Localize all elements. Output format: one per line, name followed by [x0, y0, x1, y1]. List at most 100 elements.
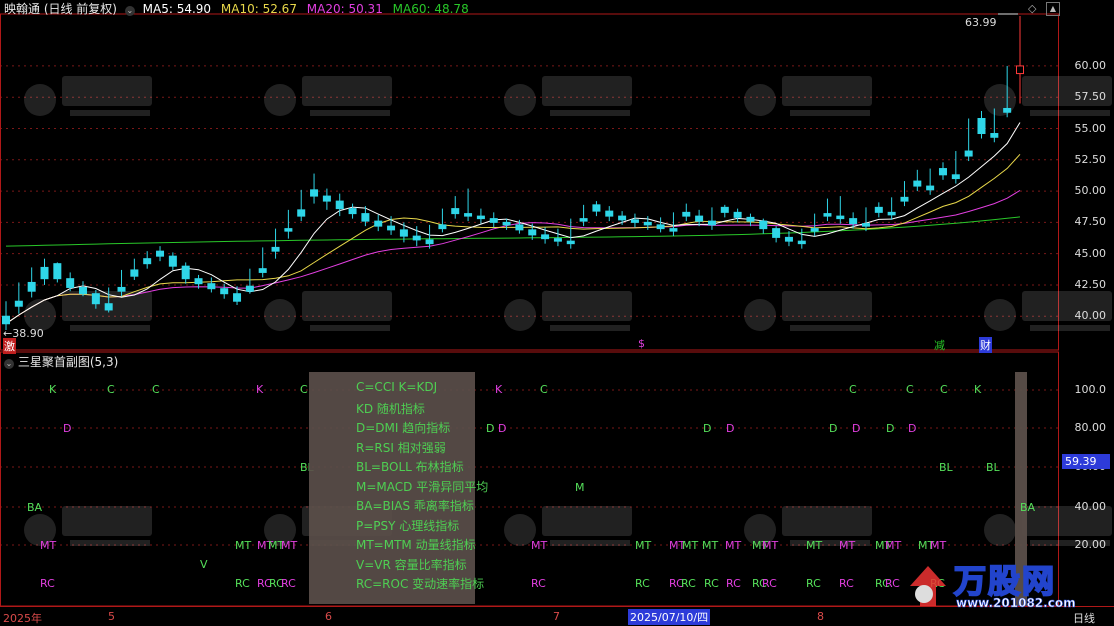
- indicator-tick-label: 100.0: [1074, 383, 1107, 396]
- candlestick: [207, 277, 216, 293]
- signal-label: K: [495, 383, 503, 396]
- scrollbar-up-button[interactable]: ▲: [1046, 2, 1060, 16]
- watermark-pattern: [264, 291, 392, 331]
- candlestick: [720, 204, 729, 218]
- signal-label: MT: [235, 539, 252, 552]
- signal-label: BL: [986, 461, 1000, 474]
- candlestick: [682, 203, 691, 222]
- candlestick: [759, 218, 768, 234]
- event-marker[interactable]: 财: [979, 337, 992, 353]
- signal-label: C: [107, 383, 115, 396]
- price-tick-label: 47.50: [1074, 215, 1107, 229]
- legend-line: C=CCI K=KDJ: [356, 380, 438, 394]
- candlestick: [695, 209, 704, 227]
- candlestick: [233, 286, 242, 305]
- signal-label: MT: [885, 539, 902, 552]
- candlestick: [566, 218, 575, 249]
- signal-label: C: [540, 383, 548, 396]
- watermark-pattern: [744, 291, 872, 331]
- signal-label: MT: [281, 539, 298, 552]
- event-marker[interactable]: $: [638, 337, 645, 350]
- candlestick: [181, 262, 190, 284]
- date-label: 5: [108, 610, 115, 623]
- candlestick: [297, 189, 306, 222]
- signal-label: RC: [531, 577, 546, 590]
- signal-label: MT: [839, 539, 856, 552]
- signal-label: MT: [40, 539, 57, 552]
- signal-label: BL: [939, 461, 953, 474]
- candlestick: [605, 206, 614, 222]
- watermark-pattern: [24, 291, 152, 331]
- signal-label: MT: [725, 539, 742, 552]
- cursor-date-label: 2025/07/10/四: [628, 609, 711, 625]
- signal-label: V: [200, 558, 208, 571]
- candlestick: [220, 283, 229, 299]
- price-tick-label: 45.00: [1074, 246, 1107, 260]
- price-tick-label: 55.00: [1074, 121, 1107, 135]
- chevron-down-icon[interactable]: ⌄: [124, 6, 135, 16]
- candlestick: [322, 188, 331, 210]
- date-label: 6: [325, 610, 332, 623]
- signal-label: C: [849, 383, 857, 396]
- candlestick: [630, 213, 639, 228]
- candlestick: [823, 198, 832, 222]
- legend-line: D=DMI 趋向指标: [356, 421, 451, 435]
- candlestick: [926, 168, 935, 195]
- candlestick: [592, 201, 601, 217]
- indicator-tick-label: 80.00: [1074, 421, 1107, 434]
- candlestick: [2, 301, 10, 330]
- legend-line: V=VR 容量比率指标: [356, 557, 467, 572]
- signal-label: C: [940, 383, 948, 396]
- price-tick-label: 40.00: [1074, 309, 1107, 323]
- watermark-pattern: [264, 76, 392, 116]
- legend-line: P=PSY 心理线指标: [356, 518, 460, 533]
- candlestick: [284, 209, 293, 239]
- ma5-readout: MA5: 54.90: [142, 2, 212, 16]
- candlestick: [733, 208, 742, 223]
- signal-label: D: [486, 422, 495, 435]
- signal-label: D: [829, 422, 838, 435]
- legend-line: M=MACD 平滑异同平均: [356, 479, 489, 494]
- candlestick: [310, 173, 319, 204]
- candlestick: [168, 252, 177, 270]
- candlestick: [27, 267, 36, 298]
- price-tick-label: 50.00: [1074, 184, 1107, 198]
- signal-label: MT: [682, 539, 699, 552]
- candlestick: [348, 203, 357, 219]
- signal-label: RC: [762, 577, 777, 590]
- candlestick: [707, 207, 716, 230]
- watermark-pattern: [504, 76, 632, 116]
- high-price-label: 63.99: [965, 16, 997, 29]
- candlestick: [900, 181, 909, 207]
- candlestick: [836, 196, 845, 224]
- signal-label: K: [256, 383, 264, 396]
- candlestick: [772, 226, 781, 243]
- candlestick: [14, 282, 23, 314]
- price-tick-label: 52.50: [1074, 152, 1107, 166]
- legend-line: BA=BIAS 乖离率指标: [356, 499, 474, 513]
- candlestick: [451, 196, 460, 219]
- candlestick: [271, 228, 280, 259]
- signal-label: RC: [806, 577, 821, 590]
- signal-label: C: [906, 383, 914, 396]
- event-marker[interactable]: 激: [3, 338, 16, 354]
- candlestick: [438, 208, 447, 233]
- signal-label: K: [974, 383, 982, 396]
- candlestick: [656, 217, 665, 233]
- signal-label: RC: [635, 577, 650, 590]
- candlestick: [502, 218, 511, 230]
- date-label: 7: [553, 610, 560, 623]
- watermark-pattern: [744, 76, 872, 116]
- diamond-icon[interactable]: ◇: [1028, 2, 1036, 15]
- legend-line: MT=MTM 动量线指标: [356, 538, 476, 552]
- candlestick: [797, 228, 806, 249]
- signal-label: D: [852, 422, 861, 435]
- signal-label: RC: [40, 577, 55, 590]
- chevron-down-icon[interactable]: ⌄: [4, 359, 14, 369]
- candlestick: [40, 258, 49, 285]
- price-tick-label: 60.00: [1074, 58, 1107, 72]
- event-marker[interactable]: 减: [934, 337, 945, 353]
- ma20-readout: MA20: 50.31: [306, 2, 383, 16]
- signal-label: M: [575, 481, 585, 494]
- candlestick: [874, 202, 883, 218]
